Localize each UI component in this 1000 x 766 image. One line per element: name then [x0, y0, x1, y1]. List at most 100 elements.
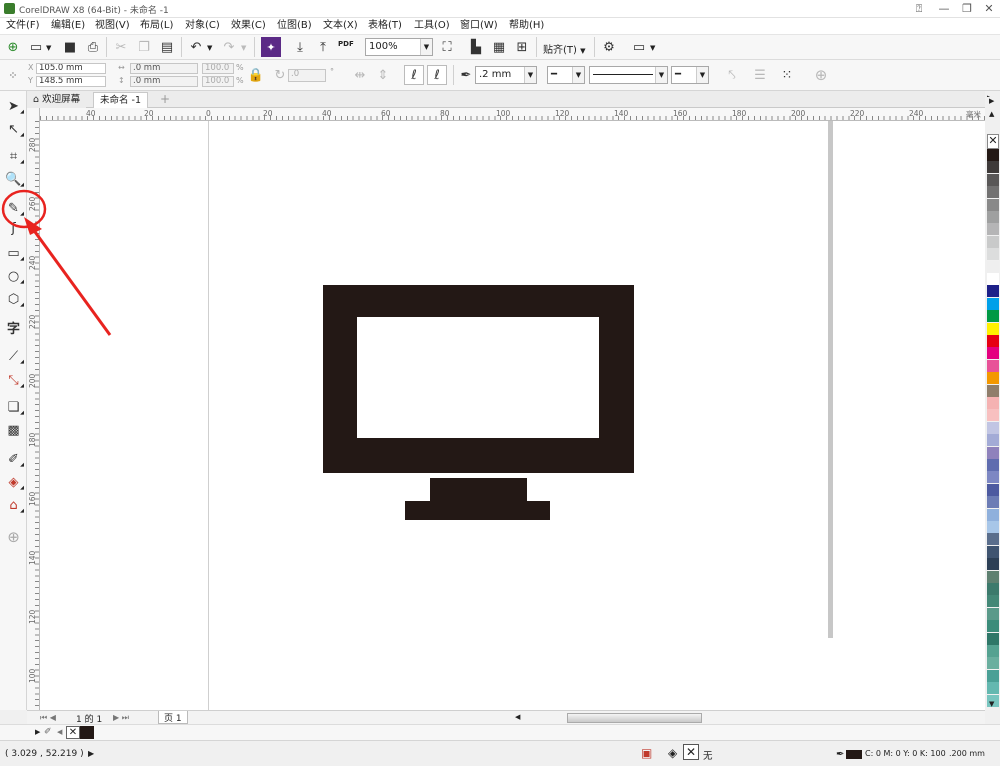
- color-swatch[interactable]: [987, 570, 999, 583]
- smoothing-icon[interactable]: ⁙: [777, 65, 797, 85]
- menu-view[interactable]: 视图(V): [95, 18, 130, 34]
- doc-palette-menu-icon[interactable]: ▶: [35, 728, 40, 736]
- color-eyedropper-tool-icon[interactable]: ✐ ◢: [3, 449, 24, 469]
- color-swatch[interactable]: [987, 173, 999, 186]
- object-origin-icon[interactable]: ⁘: [3, 65, 23, 85]
- color-swatch[interactable]: [987, 620, 999, 633]
- menu-edit[interactable]: 编辑(E): [51, 18, 85, 34]
- drop-shadow-tool-icon[interactable]: ❏ ◢: [3, 397, 24, 417]
- black-doc-swatch[interactable]: [80, 726, 94, 739]
- eyedropper-icon[interactable]: ✐: [44, 727, 52, 737]
- end-arrowhead-select[interactable]: ━ ▼: [671, 66, 709, 84]
- menu-help[interactable]: 帮助(H): [509, 18, 544, 34]
- show-guidelines-icon[interactable]: ⊞: [512, 37, 532, 57]
- color-swatch[interactable]: [987, 248, 999, 261]
- close-curve-icon[interactable]: ⤣: [722, 65, 742, 85]
- menu-object[interactable]: 对象(C): [185, 18, 220, 34]
- save-icon[interactable]: ■: [60, 37, 80, 57]
- show-grid-icon[interactable]: ▦: [489, 37, 509, 57]
- lock-ratio-icon[interactable]: 🔒: [246, 65, 266, 85]
- interactive-fill-tool-icon[interactable]: ◈ ◢: [3, 472, 25, 492]
- search-content-icon[interactable]: ✦: [261, 37, 281, 57]
- redo-icon[interactable]: ↷: [219, 37, 239, 57]
- color-swatch[interactable]: [987, 322, 999, 335]
- fill-none-swatch[interactable]: ✕: [683, 744, 699, 760]
- pick-tool-icon[interactable]: ➤ ◢: [3, 96, 24, 116]
- shape-tool-icon[interactable]: ↖ ◢: [3, 119, 24, 139]
- launcher-dropdown-icon[interactable]: ▼: [650, 44, 655, 52]
- h-scroll-left-icon[interactable]: ◀: [515, 713, 520, 721]
- color-swatch[interactable]: [987, 558, 999, 571]
- palette-scroll-up-icon[interactable]: ▶: [989, 97, 994, 105]
- restore-button[interactable]: ❐: [956, 1, 978, 16]
- add-quick-customize-icon[interactable]: ⊕: [811, 65, 831, 85]
- document-color-settings-icon[interactable]: ▣: [641, 746, 652, 760]
- show-rulers-icon[interactable]: ▙: [466, 37, 486, 57]
- connector-tool-icon[interactable]: ⤡ ◢: [3, 370, 24, 390]
- menu-layout[interactable]: 布局(L): [140, 18, 173, 34]
- color-swatch[interactable]: [987, 310, 999, 323]
- color-swatch[interactable]: [987, 508, 999, 521]
- export-icon[interactable]: ⤒: [313, 37, 333, 57]
- help-icon[interactable]: ⍰: [908, 1, 930, 16]
- color-swatch[interactable]: [987, 335, 999, 347]
- mirror-vertical-icon[interactable]: ⇕: [373, 65, 393, 85]
- print-icon[interactable]: ⎙: [83, 37, 103, 57]
- color-swatch[interactable]: [987, 273, 999, 285]
- horizontal-ruler[interactable]: 40 20 0 20 40 60 80 100 120 140 160 180 …: [40, 108, 985, 121]
- color-swatch[interactable]: [987, 496, 999, 509]
- color-swatch[interactable]: [987, 161, 999, 174]
- menu-file[interactable]: 文件(F): [6, 18, 40, 34]
- no-color-swatch[interactable]: ✕: [987, 134, 999, 149]
- drawing-canvas[interactable]: [40, 121, 985, 710]
- tab-welcome-screen[interactable]: ⌂ 欢迎屏幕: [27, 92, 87, 108]
- menu-window[interactable]: 窗口(W): [460, 18, 498, 34]
- color-swatch[interactable]: [987, 359, 999, 372]
- copy-icon[interactable]: ❐: [134, 37, 154, 57]
- full-screen-icon[interactable]: ⛶: [437, 37, 457, 57]
- color-swatch[interactable]: [987, 421, 999, 434]
- palette-menu-icon[interactable]: ▲: [989, 110, 994, 118]
- parallel-dimension-tool-icon[interactable]: ⟋ ◢: [3, 346, 24, 366]
- scale-x-field[interactable]: 100.0: [202, 63, 234, 74]
- line-style-select[interactable]: ▼: [589, 66, 668, 84]
- color-swatch[interactable]: [987, 632, 999, 645]
- smart-fill-tool-icon[interactable]: ⌂ ◢: [3, 495, 24, 515]
- next-page-icon[interactable]: ▶ ⏭: [113, 713, 129, 723]
- zoom-level-select[interactable]: 100% ▼: [365, 38, 433, 56]
- undo-icon[interactable]: ↶: [186, 37, 206, 57]
- color-swatch[interactable]: [987, 434, 999, 447]
- color-swatch[interactable]: [987, 397, 999, 409]
- start-arrowhead-select[interactable]: ━ ▼: [547, 66, 585, 84]
- menu-text[interactable]: 文本(X): [323, 18, 358, 34]
- wrap-text-icon[interactable]: ☰: [750, 65, 770, 85]
- menu-effects[interactable]: 效果(C): [231, 18, 266, 34]
- color-swatch[interactable]: [987, 533, 999, 546]
- mirror-horizontal-icon[interactable]: ⇹: [350, 65, 370, 85]
- monitor-neck-shape[interactable]: [430, 478, 527, 501]
- import-icon[interactable]: ⤓: [290, 37, 310, 57]
- color-swatch[interactable]: [987, 483, 999, 496]
- x-position-field[interactable]: 105.0 mm: [36, 63, 106, 74]
- monitor-base-shape[interactable]: [405, 501, 550, 520]
- color-swatch[interactable]: [987, 223, 999, 236]
- menu-tools[interactable]: 工具(O): [414, 18, 450, 34]
- freehand-mode-icon[interactable]: ℓ: [404, 65, 424, 85]
- height-field[interactable]: .0 mm: [130, 76, 198, 87]
- color-swatch[interactable]: [987, 607, 999, 620]
- color-swatch[interactable]: [987, 583, 999, 595]
- color-swatch[interactable]: [987, 149, 999, 161]
- undo-dropdown-icon[interactable]: ▼: [207, 44, 212, 52]
- color-swatch[interactable]: [987, 471, 999, 484]
- tab-document[interactable]: 未命名 -1: [93, 92, 148, 108]
- color-swatch[interactable]: [987, 297, 999, 310]
- menu-bitmaps[interactable]: 位图(B): [277, 18, 312, 34]
- cut-icon[interactable]: ✂: [111, 37, 131, 57]
- y-position-field[interactable]: 148.5 mm: [36, 76, 106, 87]
- color-swatch[interactable]: [987, 595, 999, 608]
- close-button[interactable]: ✕: [978, 1, 1000, 16]
- color-swatch[interactable]: [987, 285, 999, 298]
- first-page-icon[interactable]: ⏮ ◀: [40, 713, 56, 723]
- color-swatch[interactable]: [987, 260, 999, 273]
- application-launcher-icon[interactable]: ▭: [629, 37, 649, 57]
